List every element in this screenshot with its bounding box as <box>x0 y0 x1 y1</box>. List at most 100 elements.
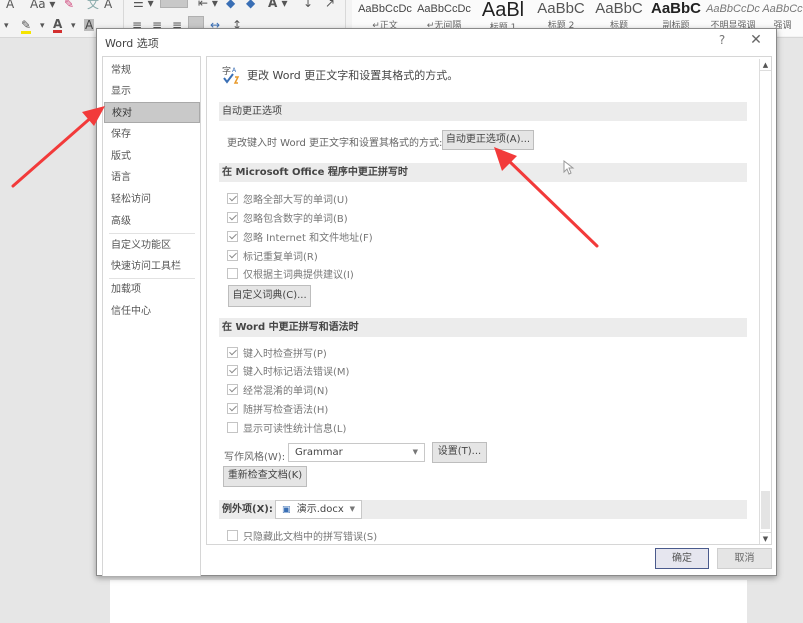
decrease-indent-icon[interactable]: ⇤ ▾ <box>198 0 218 9</box>
checkbox-label: 显示可读性统计信息(L) <box>243 423 347 435</box>
az-sort-icon[interactable]: ↓ <box>303 0 313 9</box>
recheck-document-button[interactable]: 重新检查文档(K) <box>223 466 307 487</box>
highlight-icon[interactable]: ✎ <box>21 19 32 34</box>
text-effects-icon[interactable]: A ▾ <box>268 0 288 9</box>
option-readability-stats[interactable]: 显示可读性统计信息(L) <box>227 419 346 435</box>
show-marks-icon[interactable]: ◆ <box>246 0 255 9</box>
nav-item-customize-ribbon[interactable]: 自定义功能区 <box>104 235 200 256</box>
proofing-icon: 字 A <box>221 65 241 85</box>
option-ignore-numbers[interactable]: 忽略包含数字的单词(B) <box>227 209 348 225</box>
autocorrect-options-button[interactable]: 自动更正选项(A)... <box>442 130 534 150</box>
office-spelling-section-title: 在 Microsoft Office 程序中更正拼写时 <box>219 163 747 182</box>
panel-header: 字 A 更改 Word 更正文字和设置其格式的方式。 <box>221 65 458 85</box>
nav-item-language[interactable]: 语言 <box>104 167 200 188</box>
checkbox-label: 忽略 Internet 和文件地址(F) <box>243 232 373 244</box>
ok-button[interactable]: 确定 <box>655 548 709 569</box>
option-check-spelling[interactable]: 键入时检查拼写(P) <box>227 344 327 360</box>
option-main-dictionary-only[interactable]: 仅根据主词典提供建议(I) <box>227 265 354 281</box>
dropdown-icon[interactable]: ▾ <box>71 20 76 32</box>
cancel-button[interactable]: 取消 <box>717 548 772 569</box>
checkbox[interactable] <box>227 346 238 358</box>
nav-item-trust-center[interactable]: 信任中心 <box>104 301 200 322</box>
checkbox[interactable] <box>227 383 238 395</box>
checkbox[interactable] <box>227 211 238 223</box>
style-sample: AaBbCcDc <box>417 3 471 15</box>
checkbox[interactable] <box>227 192 238 204</box>
checkbox[interactable] <box>227 249 238 261</box>
autocorrect-section-title: 自动更正选项 <box>219 102 747 121</box>
nav-divider <box>109 233 195 234</box>
char-border-icon[interactable]: A <box>104 0 112 10</box>
change-case-icon[interactable]: Aa ▾ <box>30 0 55 10</box>
chevron-down-icon: ▼ <box>412 448 418 456</box>
dropdown-icon[interactable]: ▾ <box>4 20 9 32</box>
nav-item-general[interactable]: 常规 <box>104 60 200 81</box>
style-sample: AaBbCcDc <box>706 3 760 15</box>
proofing-panel: 字 A 更改 Word 更正文字和设置其格式的方式。 自动更正选项 更改键入时 … <box>206 56 772 545</box>
scroll-down-icon[interactable]: ▼ <box>760 532 771 544</box>
panel-scrollbar[interactable]: ▲ ▼ <box>759 59 771 544</box>
option-ignore-uppercase[interactable]: 忽略全部大写的单词(U) <box>227 190 348 206</box>
arrow-to-proofing <box>11 106 105 188</box>
option-hide-spelling-errors[interactable]: 只隐藏此文档中的拼写错误(S) <box>227 527 377 543</box>
option-mark-grammar[interactable]: 键入时标记语法错误(M) <box>227 362 349 378</box>
checkbox[interactable] <box>227 364 238 376</box>
nav-item-display[interactable]: 显示 <box>104 81 200 102</box>
dialog-title: Word 选项 <box>105 37 159 50</box>
option-ignore-internet[interactable]: 忽略 Internet 和文件地址(F) <box>227 228 373 244</box>
nav-item-save[interactable]: 保存 <box>104 124 200 145</box>
nav-item-proofing[interactable]: 校对 <box>104 102 200 123</box>
checkbox[interactable] <box>227 421 238 433</box>
nav-item-add-ins[interactable]: 加载项 <box>104 279 200 300</box>
autocorrect-description: 更改键入时 Word 更正文字和设置其格式的方式: <box>227 138 443 149</box>
dropdown-icon[interactable]: ▾ <box>40 20 45 32</box>
style-sample: AaBbCcDc <box>358 3 412 15</box>
nav-item-advanced[interactable]: 高级 <box>104 211 200 232</box>
mouse-cursor-icon <box>563 159 575 179</box>
writing-style-value: Grammar <box>295 447 343 458</box>
checkbox-label: 经常混淆的单词(N) <box>243 385 329 397</box>
bullets-icon[interactable]: ☰ ▾ <box>133 0 154 9</box>
style-sample: AaBl <box>481 0 525 21</box>
help-button[interactable]: ? <box>713 31 731 49</box>
document-page[interactable] <box>110 580 747 623</box>
clear-format-icon[interactable]: ✎ <box>64 0 74 10</box>
panel-header-text: 更改 Word 更正文字和设置其格式的方式。 <box>247 69 459 82</box>
checkbox[interactable] <box>227 402 238 414</box>
checkbox-label: 标记重复单词(R) <box>243 251 318 263</box>
checkbox[interactable] <box>227 529 238 541</box>
grammar-settings-button[interactable]: 设置(T)... <box>432 442 487 463</box>
checkbox-label: 忽略包含数字的单词(B) <box>243 213 348 225</box>
style-sample: AaBbC <box>650 0 701 17</box>
option-flag-repeated[interactable]: 标记重复单词(R) <box>227 247 318 263</box>
svg-text:A: A <box>232 67 237 74</box>
pilcrow-icon[interactable]: ↗ <box>325 0 335 9</box>
close-icon: ✕ <box>750 32 762 48</box>
char-shading-icon[interactable]: A <box>84 19 95 31</box>
font-color-icon[interactable]: A <box>53 18 63 33</box>
checkbox[interactable] <box>227 230 238 242</box>
checkbox[interactable] <box>227 267 238 279</box>
custom-dictionaries-button[interactable]: 自定义词典(C)... <box>228 285 311 307</box>
checkbox-label: 忽略全部大写的单词(U) <box>243 194 349 206</box>
word-document-icon: ▣ <box>282 505 291 515</box>
checkbox-label: 仅根据主词典提供建议(I) <box>243 269 354 281</box>
nav-item-quick-access-toolbar[interactable]: 快速访问工具栏 <box>104 256 200 277</box>
checkbox-label: 随拼写检查语法(H) <box>243 404 329 416</box>
style-sample: AaBbC <box>595 0 643 17</box>
font-size-icon[interactable]: A <box>6 0 14 10</box>
nav-item-layout[interactable]: 版式 <box>104 146 200 167</box>
multilevel-list-button[interactable] <box>160 0 188 8</box>
option-confused-words[interactable]: 经常混淆的单词(N) <box>227 381 328 397</box>
checkbox-label: 只隐藏此文档中的拼写错误(S) <box>243 531 378 543</box>
nav-item-accessibility[interactable]: 轻松访问 <box>104 189 200 210</box>
style-sample: AaBbC <box>537 0 585 17</box>
phonetic-icon[interactable]: 文 <box>87 0 99 10</box>
writing-style-select[interactable]: Grammar ▼ <box>288 443 425 462</box>
close-button[interactable]: ✕ <box>747 31 765 49</box>
option-check-grammar[interactable]: 随拼写检查语法(H) <box>227 400 328 416</box>
sort-icon[interactable]: ◆ <box>226 0 235 9</box>
exceptions-document-select[interactable]: ▣ 演示.docx ▼ <box>275 500 362 519</box>
scroll-thumb[interactable] <box>761 491 770 529</box>
scroll-up-icon[interactable]: ▲ <box>760 59 771 71</box>
